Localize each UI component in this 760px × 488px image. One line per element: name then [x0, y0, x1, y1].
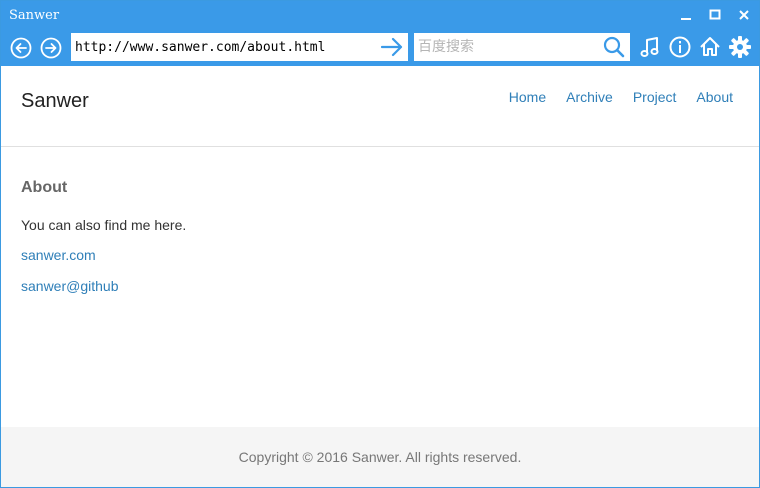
go-button[interactable]	[380, 36, 404, 58]
window-title: Sanwer	[9, 8, 60, 23]
copyright-text: Copyright © 2016 Sanwer. All rights rese…	[238, 449, 522, 465]
music-button[interactable]	[638, 35, 662, 59]
nav-link-archive[interactable]: Archive	[566, 89, 613, 105]
nav-link-home[interactable]: Home	[509, 89, 546, 105]
gear-icon	[729, 36, 751, 58]
settings-button[interactable]	[728, 35, 752, 59]
back-circle-icon	[10, 37, 32, 59]
back-button[interactable]	[10, 37, 32, 59]
search-button[interactable]	[602, 36, 626, 58]
intro-text: You can also find me here.	[21, 217, 187, 233]
url-input[interactable]	[75, 37, 375, 57]
browser-window: Sanwer http://www.sanwer.com/about.html …	[0, 0, 760, 488]
site-header: Sanwer Home Archive Project About	[1, 66, 759, 147]
minimize-button[interactable]	[675, 5, 697, 25]
maximize-button[interactable]	[704, 5, 726, 25]
forward-circle-icon	[40, 37, 62, 59]
page-title: About	[21, 179, 68, 196]
browser-chrome: Sanwer	[1, 1, 759, 66]
link-sanwer-com[interactable]: sanwer.com	[21, 247, 721, 263]
search-input[interactable]	[418, 37, 598, 57]
main-content: About You can also find me here. sanwer.…	[21, 179, 721, 309]
site-title[interactable]: Sanwer	[21, 90, 89, 113]
link-github[interactable]: sanwer@github	[21, 278, 721, 294]
music-icon	[640, 37, 659, 57]
nav-link-about[interactable]: About	[696, 89, 733, 105]
site-nav: Home Archive Project About	[509, 89, 733, 105]
search-icon	[603, 36, 625, 58]
maximize-icon	[709, 9, 721, 20]
forward-button[interactable]	[40, 37, 62, 59]
home-button[interactable]	[698, 35, 722, 59]
address-bar	[71, 33, 408, 61]
site-footer: Copyright © 2016 Sanwer. All rights rese…	[1, 427, 759, 487]
info-icon	[669, 36, 691, 58]
close-button[interactable]	[733, 5, 755, 25]
minimize-icon	[681, 18, 691, 20]
info-button[interactable]	[668, 35, 692, 59]
arrow-right-icon	[380, 37, 403, 57]
close-icon	[739, 10, 749, 20]
home-icon	[700, 37, 720, 56]
title-bar: Sanwer	[1, 1, 759, 31]
nav-link-project[interactable]: Project	[633, 89, 677, 105]
search-bar	[414, 33, 630, 61]
